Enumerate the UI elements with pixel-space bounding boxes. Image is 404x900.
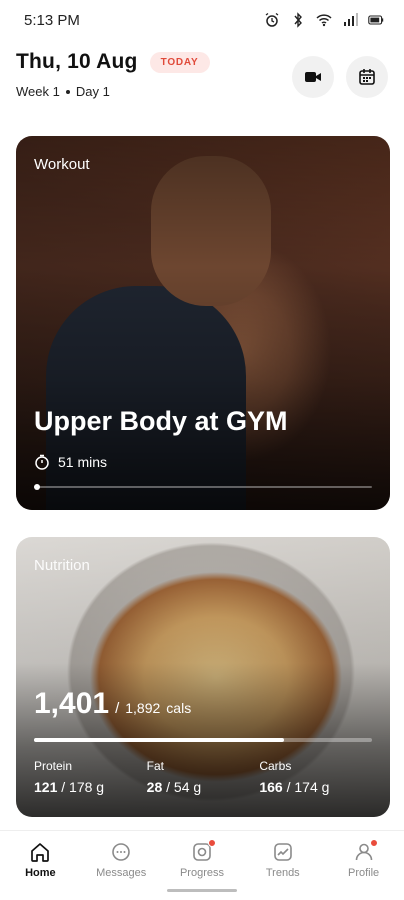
- battery-icon: [368, 15, 384, 25]
- workout-title: Upper Body at GYM: [34, 406, 288, 436]
- nav-item-profile[interactable]: Profile: [324, 839, 404, 900]
- nav-item-home[interactable]: Home: [0, 841, 80, 900]
- notification-dot: [207, 839, 216, 847]
- macro-value: 28: [146, 779, 163, 795]
- macro-label: Protein: [34, 759, 73, 773]
- macro-label: Carbs: [259, 759, 292, 773]
- nav-item-trends[interactable]: Trends: [243, 841, 323, 900]
- nav-label: Messages: [96, 867, 147, 879]
- macro-value: 166: [259, 779, 283, 795]
- stopwatch-icon: [35, 454, 49, 470]
- calendar-button[interactable]: [346, 56, 388, 98]
- status-icons: [264, 12, 384, 28]
- workout-duration: 51 mins: [34, 454, 107, 470]
- calories-progress-bar: [34, 738, 372, 742]
- notification-dot: [369, 839, 378, 847]
- alarm-icon: [265, 12, 279, 27]
- nav-item-messages[interactable]: Messages: [81, 841, 161, 900]
- separator-dot: [65, 89, 70, 94]
- today-badge: TODAY: [149, 51, 210, 73]
- header: Thu, 10 Aug TODAY Week 1 Day 1: [16, 50, 388, 110]
- status-bar: 5:13 PM: [0, 0, 404, 40]
- calories-summary: 1,401 / 1,892 cals: [34, 687, 191, 721]
- calories-separator: /: [115, 700, 120, 717]
- video-button[interactable]: [292, 56, 334, 98]
- workout-pager: [34, 484, 372, 490]
- status-time: 5:13 PM: [24, 11, 80, 29]
- bottom-nav: Home Messages Progress Trends Profile: [0, 830, 404, 900]
- macro-goal: / 174 g: [286, 779, 330, 795]
- trends-icon: [273, 843, 292, 861]
- macro-carbs: Carbs 166 / 174 g: [259, 759, 372, 795]
- nutrition-card-label: Nutrition: [34, 557, 90, 574]
- video-camera-icon: [305, 72, 321, 82]
- wifi-icon: [316, 14, 332, 27]
- nav-label: Trends: [265, 867, 300, 879]
- workout-card[interactable]: Workout Upper Body at GYM 51 mins: [16, 136, 390, 510]
- macro-goal: / 178 g: [61, 779, 105, 795]
- calories-consumed: 1,401: [34, 687, 110, 720]
- workout-card-label: Workout: [34, 156, 90, 173]
- day-label: Day 1: [75, 84, 110, 99]
- week-label: Week 1: [16, 84, 60, 99]
- page-title: Thu, 10 Aug: [16, 50, 138, 73]
- home-icon: [31, 843, 50, 862]
- nutrition-card[interactable]: Nutrition 1,401 / 1,892 cals Protein 121…: [16, 537, 390, 817]
- macro-protein: Protein 121 / 178 g: [34, 759, 147, 795]
- macros-row: Protein 121 / 178 g Fat 28 / 54 g Carbs …: [34, 759, 372, 795]
- macro-label: Fat: [146, 759, 165, 773]
- gesture-handle: [167, 889, 237, 892]
- macro-fat: Fat 28 / 54 g: [147, 759, 260, 795]
- calendar-icon: [359, 69, 375, 85]
- nav-label: Progress: [179, 867, 224, 879]
- header-actions: [292, 56, 388, 98]
- chat-icon: [112, 843, 130, 861]
- bluetooth-icon: [294, 12, 302, 28]
- macro-values: 121 / 178 g: [34, 779, 147, 795]
- macro-values: 166 / 174 g: [259, 779, 372, 795]
- macro-goal: / 54 g: [166, 779, 202, 795]
- calories-goal: 1,892: [125, 700, 161, 716]
- calories-progress-fill: [34, 738, 285, 742]
- calories-unit: cals: [166, 700, 192, 716]
- workout-duration-text: 51 mins: [58, 454, 108, 470]
- nav-label: Profile: [347, 867, 380, 879]
- nav-label: Home: [25, 867, 56, 879]
- pager-dot-active: [34, 484, 40, 490]
- macro-value: 121: [34, 779, 58, 795]
- signal-icon: [344, 13, 358, 26]
- macro-values: 28 / 54 g: [147, 779, 260, 795]
